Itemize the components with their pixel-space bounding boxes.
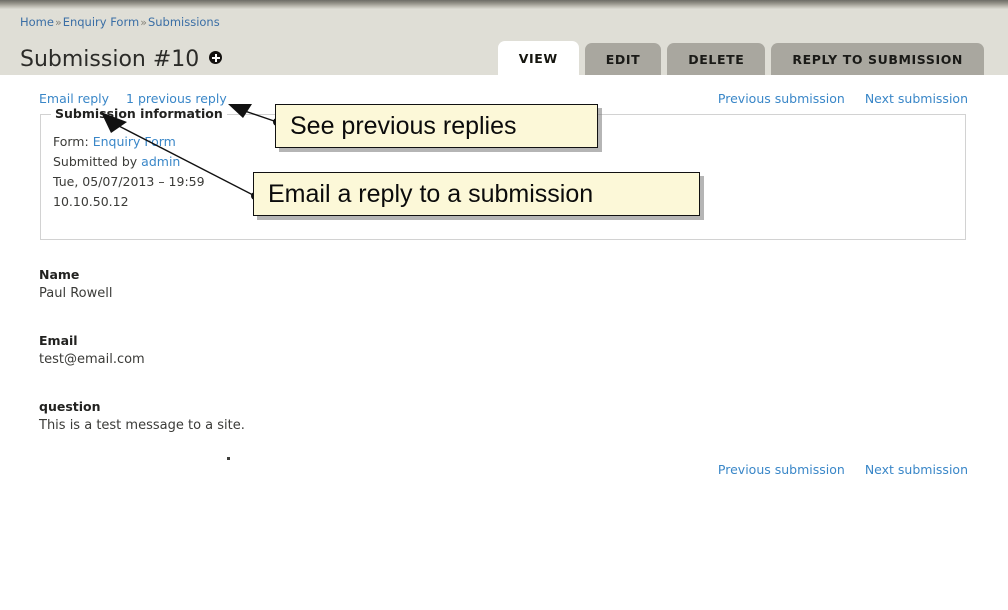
next-submission-link-top[interactable]: Next submission	[865, 91, 968, 106]
submission-information-legend: Submission information	[51, 106, 227, 121]
field-label-question: question	[39, 399, 101, 414]
previous-reply-link[interactable]: 1 previous reply	[126, 91, 227, 106]
annotation-callout-email-a-reply: Email a reply to a submission	[253, 172, 700, 216]
field-label-email: Email	[39, 333, 78, 348]
submission-navigation-top: Previous submission Next submission	[698, 91, 968, 107]
page-title: Submission #10	[20, 46, 223, 74]
submission-action-links: Email reply 1 previous reply	[39, 91, 244, 107]
submitted-by-user-link[interactable]: admin	[141, 154, 180, 169]
cog-icon[interactable]	[209, 51, 223, 65]
next-submission-link-bottom[interactable]: Next submission	[865, 462, 968, 477]
page-header: Home»Enquiry Form»Submissions Submission…	[0, 9, 1008, 75]
submission-information-body: Form: Enquiry Form Submitted by admin Tu…	[53, 132, 205, 212]
breadcrumb-item-submissions[interactable]: Submissions	[148, 15, 220, 29]
submitter-ip-address: 10.10.50.12	[53, 194, 129, 209]
breadcrumb-item-home[interactable]: Home	[20, 15, 54, 29]
tab-delete[interactable]: DELETE	[667, 43, 766, 75]
tab-view[interactable]: VIEW	[497, 41, 579, 75]
submitted-by-label: Submitted by	[53, 154, 138, 169]
previous-submission-link-bottom[interactable]: Previous submission	[718, 462, 845, 477]
email-reply-link[interactable]: Email reply	[39, 91, 109, 106]
submission-form-label: Form:	[53, 134, 89, 149]
primary-tabs: VIEW EDIT DELETE REPLY TO SUBMISSION	[497, 41, 984, 75]
submitted-date: Tue, 05/07/2013 – 19:59	[53, 174, 205, 189]
page-title-text: Submission #10	[20, 46, 200, 72]
previous-submission-link-top[interactable]: Previous submission	[718, 91, 845, 106]
submission-field-list: Name Paul Rowell Email test@email.com qu…	[39, 265, 245, 463]
submission-form-link[interactable]: Enquiry Form	[93, 134, 176, 149]
field-value-email: test@email.com	[39, 352, 145, 367]
annotation-callout-see-previous-replies: See previous replies	[275, 104, 598, 148]
submitted-by-row: Submitted by admin	[53, 152, 205, 172]
field-value-name: Paul Rowell	[39, 286, 113, 301]
submission-navigation-bottom: Previous submission Next submission	[698, 462, 968, 478]
breadcrumb-separator: »	[54, 16, 62, 29]
tab-reply-to-submission[interactable]: REPLY TO SUBMISSION	[771, 43, 984, 75]
submission-form-row: Form: Enquiry Form	[53, 132, 205, 152]
submission-field: question This is a test message to a sit…	[39, 397, 245, 435]
breadcrumb-item-enquiry-form[interactable]: Enquiry Form	[63, 15, 140, 29]
submission-field: Email test@email.com	[39, 331, 245, 369]
tab-edit[interactable]: EDIT	[584, 43, 662, 75]
submission-field: Name Paul Rowell	[39, 265, 245, 303]
window-top-gradient-strip	[0, 0, 1008, 9]
stray-dot-artifact	[227, 457, 230, 460]
breadcrumb: Home»Enquiry Form»Submissions	[20, 15, 220, 30]
field-label-name: Name	[39, 267, 80, 282]
main-content: Email reply 1 previous reply Previous sub…	[0, 75, 1008, 610]
breadcrumb-separator: »	[140, 16, 147, 29]
field-value-question: This is a test message to a site.	[39, 418, 245, 433]
